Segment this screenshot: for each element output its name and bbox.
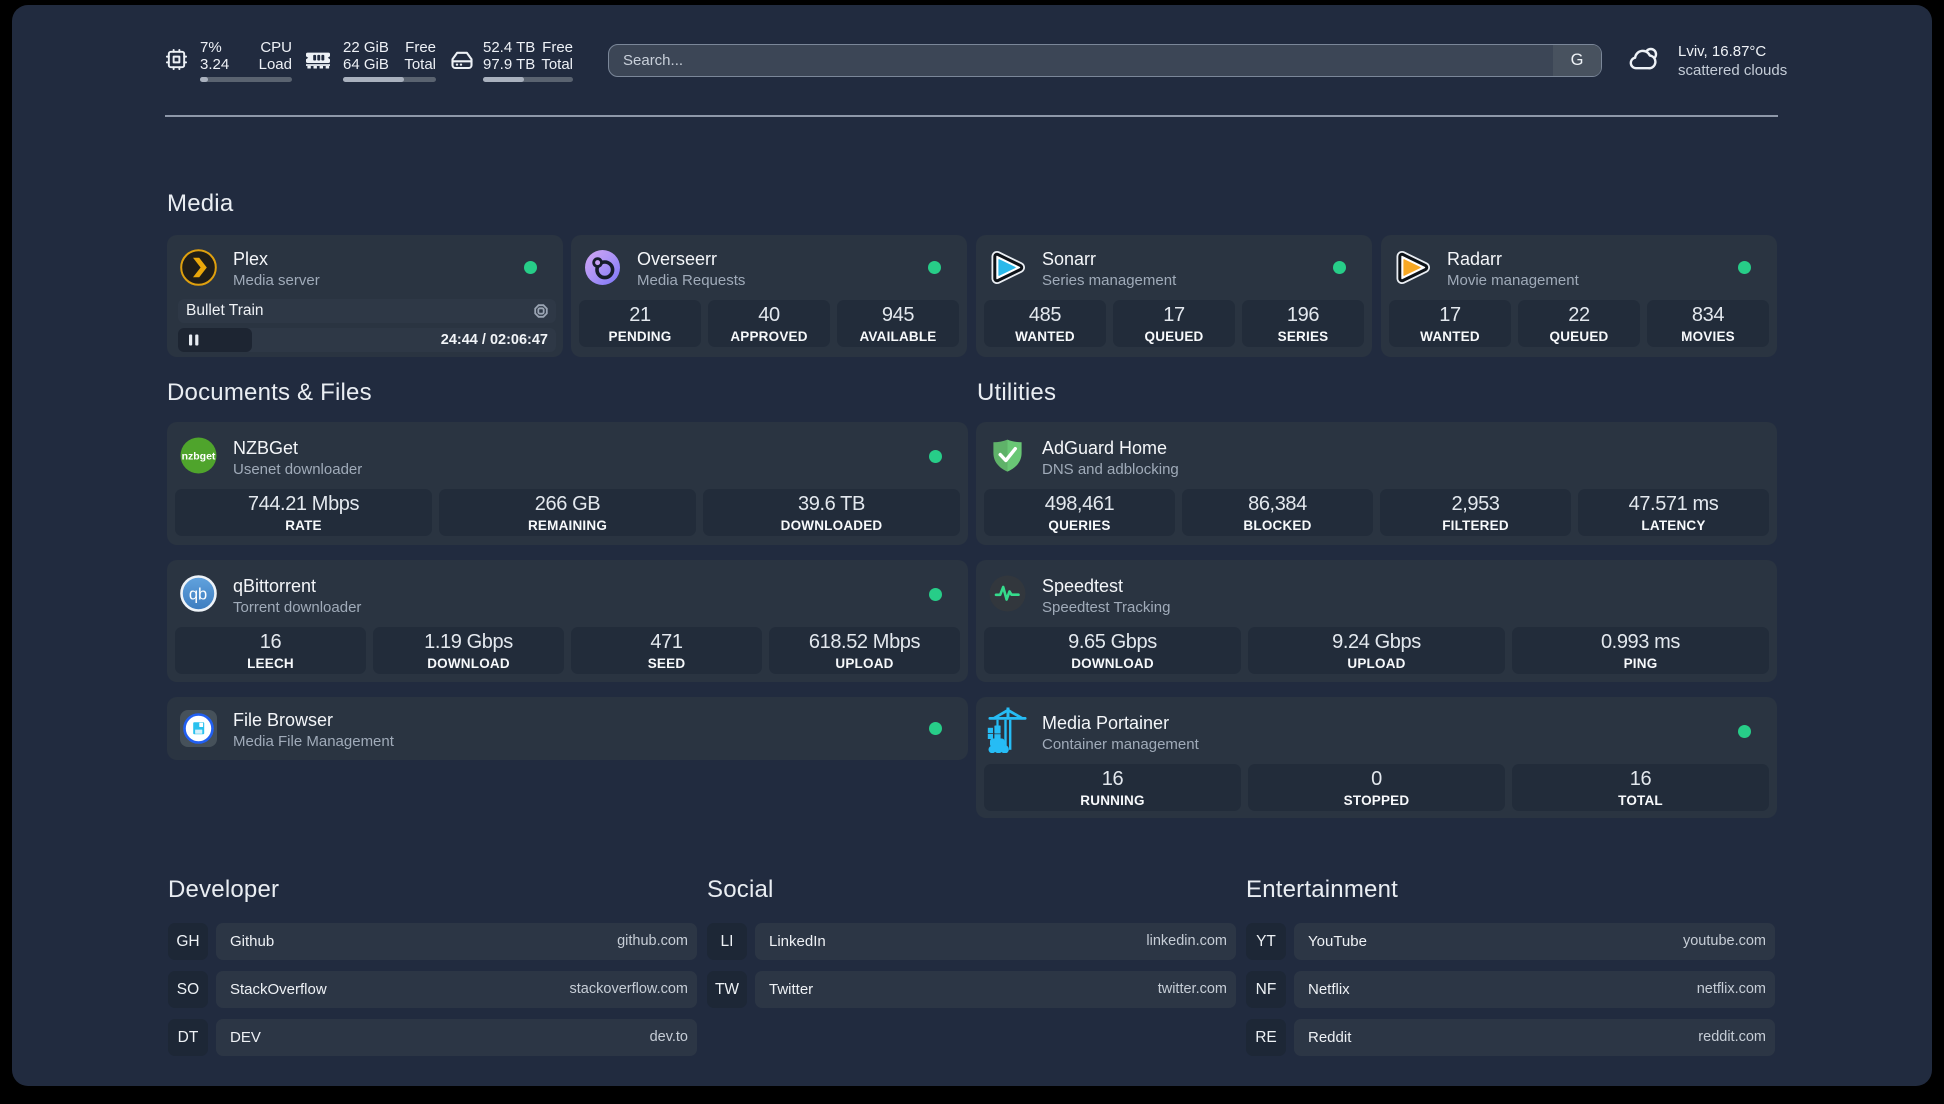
svg-text:nzbget: nzbget bbox=[182, 451, 216, 463]
svg-text:qb: qb bbox=[189, 586, 207, 604]
